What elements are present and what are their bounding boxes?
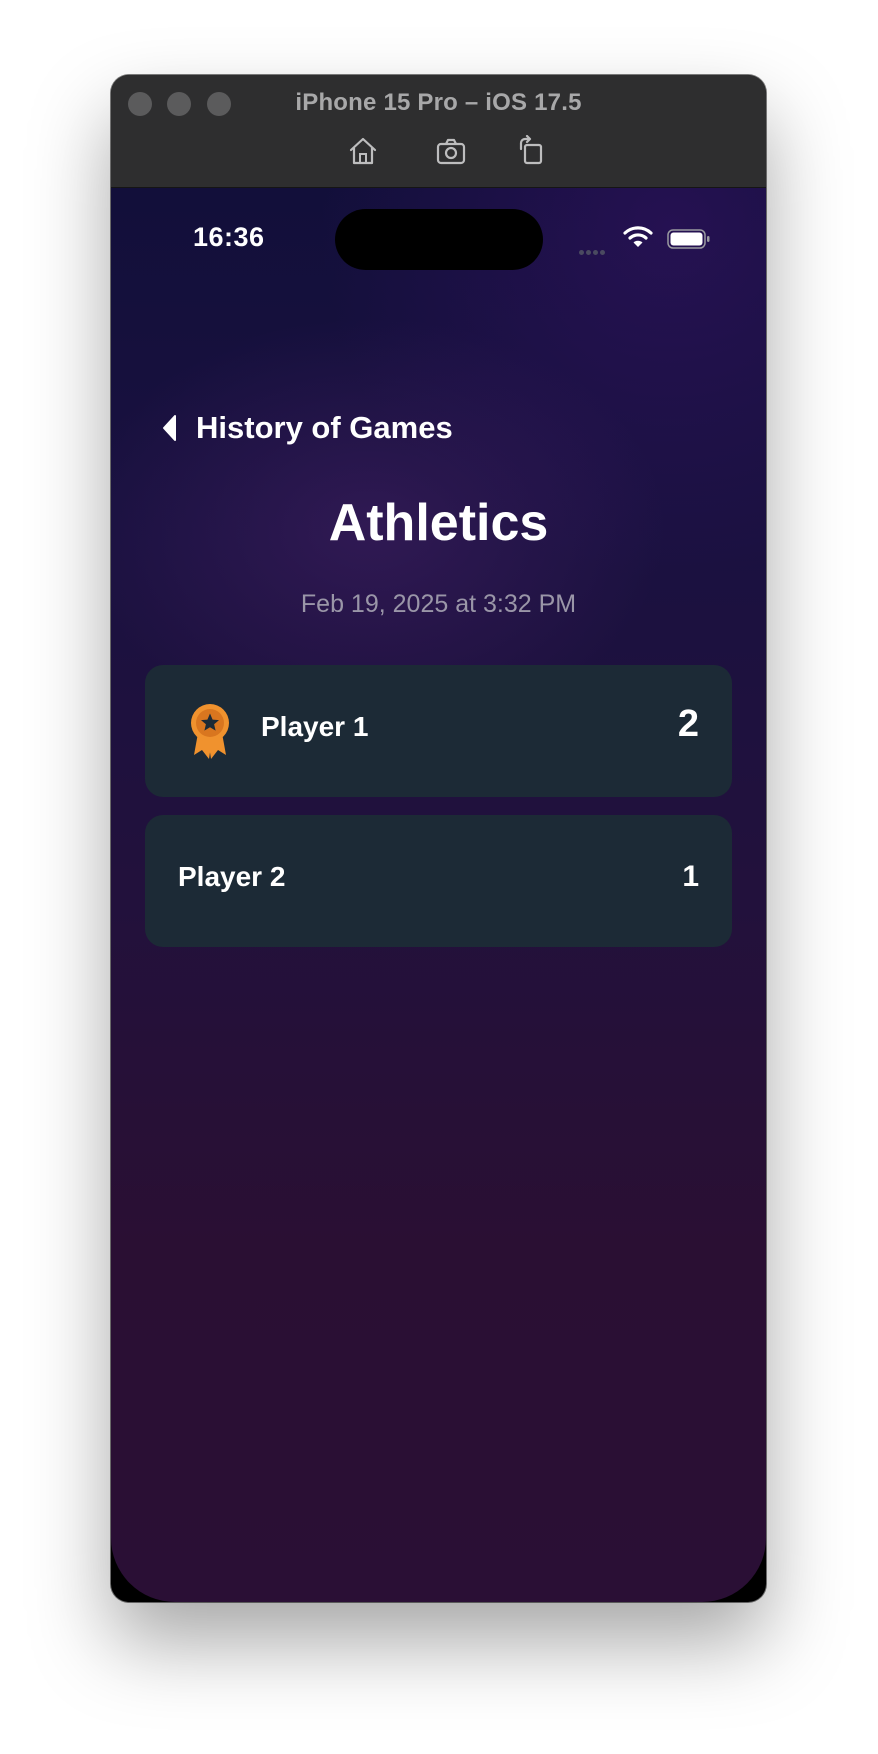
signal-dots-icon [579, 242, 609, 255]
back-button[interactable]: History of Games [160, 408, 453, 448]
simulator-titlebar: iPhone 15 Pro – iOS 17.5 [111, 75, 766, 188]
result-row-player-1: Player 1 2 [145, 665, 732, 797]
device-screen: 16:36 History of Games Athletics Feb 19,… [111, 188, 766, 1602]
player-name: Player 1 [261, 711, 369, 742]
dynamic-island [335, 209, 543, 270]
chevron-left-icon [163, 415, 176, 441]
battery-icon [667, 229, 710, 249]
status-time: 16:36 [193, 222, 265, 252]
screenshot-icon[interactable] [435, 135, 467, 167]
player-score: 2 [677, 703, 699, 745]
rotate-icon[interactable] [515, 135, 547, 167]
window-title: iPhone 15 Pro – iOS 17.5 [295, 89, 582, 116]
player-name: Player 2 [178, 861, 286, 892]
wifi-icon [623, 226, 653, 247]
game-date: Feb 19, 2025 at 3:32 PM [300, 590, 577, 618]
medal-icon [191, 704, 229, 759]
simulator-window: iPhone 15 Pro – iOS 17.5 16:36 History o… [111, 75, 766, 1602]
player-score: 1 [682, 860, 699, 893]
home-icon[interactable] [347, 135, 379, 167]
result-row-player-2: Player 2 1 [145, 815, 732, 947]
page-title: Athletics [328, 494, 549, 552]
back-label: History of Games [196, 410, 453, 445]
stage: iPhone 15 Pro – iOS 17.5 16:36 History o… [0, 0, 878, 1754]
